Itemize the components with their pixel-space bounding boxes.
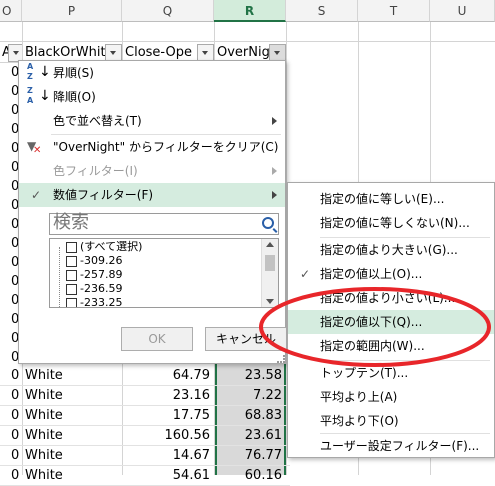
column-header-p[interactable]: P <box>22 0 122 22</box>
menu-item-number-filter[interactable]: ✓ 数値フィルター(F) <box>19 183 285 207</box>
magnifier-icon[interactable] <box>262 217 274 229</box>
checkbox[interactable] <box>66 241 77 253</box>
empty-row <box>0 22 495 42</box>
scroll-up-icon[interactable] <box>266 242 274 247</box>
search-input[interactable]: 検索 <box>49 212 279 235</box>
menu-item-color-filter[interactable]: 色フィルター(I) <box>19 159 285 183</box>
menu-item-sort-ascending[interactable]: AZ ↓ 昇順(S) <box>19 61 285 85</box>
checkbox[interactable] <box>66 283 77 295</box>
filter-menu: AZ ↓ 昇順(S) ZA ↓ 降順(O) 色で並べ替え(T) ▼ ✕ "Over… <box>18 60 287 364</box>
list-item[interactable]: -236.59 <box>66 282 122 296</box>
annotation-ellipse-stroke <box>259 287 491 367</box>
data-rows: 0 White 64.79 23.58 0 White 23.16 7.22 0… <box>0 366 290 486</box>
magnifier-handle <box>272 228 278 233</box>
table-row: 0 White 17.75 68.83 <box>0 406 290 426</box>
submenu-item-equals[interactable]: 指定の値に等しい(E)... <box>288 187 494 211</box>
menu-item-clear-filter[interactable]: ▼ ✕ "OverNight" からフィルターをクリア(C) <box>19 135 285 159</box>
submenu-item-not-equals[interactable]: 指定の値に等しくない(N)... <box>288 211 494 235</box>
menu-item-sort-by-color[interactable]: 色で並べ替え(T) <box>19 109 285 133</box>
clear-filter-icon: ▼ ✕ <box>27 139 42 156</box>
table-row: 0 White 160.56 23.61 <box>0 426 290 446</box>
checkbox[interactable] <box>66 255 77 267</box>
sort-ascending-icon: AZ <box>27 62 34 81</box>
submenu-item-above-average[interactable]: 平均より上(A) <box>288 385 494 409</box>
submenu-arrow-icon <box>272 117 277 125</box>
scroll-thumb[interactable] <box>265 255 275 271</box>
submenu-arrow-icon <box>272 191 277 199</box>
table-row: 0 White 54.61 60.16 <box>0 466 290 486</box>
submenu-item-greater-than[interactable]: 指定の値より大きい(G)... <box>288 238 494 262</box>
column-header-r[interactable]: R <box>214 0 286 22</box>
table-row: 0 White 64.79 23.58 <box>0 366 290 386</box>
submenu-item-custom-filter[interactable]: ユーザー設定フィルター(F)... <box>288 434 494 458</box>
column-header-s[interactable]: S <box>286 0 358 22</box>
checkmark-icon: ✓ <box>31 188 42 202</box>
list-item[interactable]: -233.25 <box>66 296 122 307</box>
submenu-arrow-icon <box>272 167 277 175</box>
table-row: 0 White 23.16 7.22 <box>0 386 290 406</box>
arrow-down-icon: ↓ <box>39 64 51 80</box>
list-item[interactable]: -257.89 <box>66 268 122 282</box>
list-item[interactable]: (すべて選択) <box>66 240 142 254</box>
list-tree-line <box>59 247 61 307</box>
column-header-t[interactable]: T <box>358 0 430 22</box>
value-list: (すべて選択) -309.26 -257.89 -236.59 -233.25 <box>49 238 279 308</box>
column-header-q[interactable]: Q <box>122 0 214 22</box>
checkbox[interactable] <box>66 269 77 281</box>
menu-item-sort-descending[interactable]: ZA ↓ 降順(O) <box>19 85 285 109</box>
ok-button[interactable]: OK <box>121 327 193 351</box>
column-header-u[interactable]: U <box>430 0 495 22</box>
list-item[interactable]: -309.26 <box>66 254 122 268</box>
submenu-item-below-average[interactable]: 平均より下(O) <box>288 409 494 433</box>
table-row: 0 White 14.67 76.77 <box>0 446 290 466</box>
column-header-o[interactable]: O <box>0 0 22 22</box>
sort-descending-icon: ZA <box>27 86 34 105</box>
annotation-ellipse <box>259 287 491 367</box>
arrow-down-icon: ↓ <box>39 88 51 104</box>
checkbox[interactable] <box>66 297 77 307</box>
